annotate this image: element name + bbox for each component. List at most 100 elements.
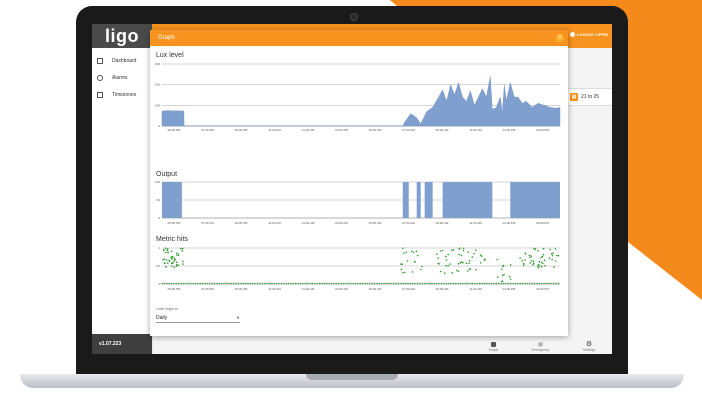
metric-point [201, 282, 204, 285]
metric-point [175, 282, 177, 285]
metric-point [529, 282, 531, 285]
metric-point [199, 282, 201, 285]
metric-point [247, 282, 249, 285]
metric-point [552, 252, 554, 254]
x-tick-label: 11:00 AM [469, 221, 482, 225]
metric-point [314, 282, 316, 285]
y-tick-label: 50 [157, 198, 161, 202]
metric-point [467, 282, 469, 285]
metric-point [165, 259, 168, 261]
x-tick-label: 11:00 PM [268, 128, 281, 132]
limit-graph-select[interactable]: Daily ▼ [156, 313, 240, 323]
metric-point [486, 282, 488, 285]
metric-point [537, 249, 539, 252]
metric-point [415, 250, 418, 253]
emergency-icon [538, 342, 544, 347]
metric-point [421, 282, 423, 285]
metric-point [424, 282, 426, 285]
metric-point [449, 263, 451, 265]
metric-point [182, 263, 184, 265]
gear-icon: ⚙ [585, 341, 593, 348]
metric-point [475, 249, 477, 251]
metric-point [376, 282, 378, 285]
metric-point [180, 247, 182, 250]
metric-point [290, 282, 292, 285]
metric-point [502, 274, 504, 277]
metric-point [395, 282, 397, 285]
metric-point [447, 253, 450, 256]
grid-icon [97, 57, 103, 64]
date-range-chip[interactable]: ▦ 21 to 25 [566, 88, 612, 106]
metric-point [173, 282, 175, 285]
metric-point [414, 260, 416, 263]
metric-point [469, 268, 472, 270]
metric-point [473, 252, 475, 255]
metric-point [509, 264, 512, 266]
metric-point [521, 260, 523, 262]
metric-point [519, 282, 521, 285]
bottom-nav-settings-label: Settings [582, 348, 596, 352]
bottom-nav-graph[interactable]: Graph [489, 342, 498, 352]
x-tick-label: 09:00 AM [436, 287, 449, 291]
output-chart-title: Output [156, 171, 178, 178]
limit-graph-value: Daily [156, 314, 168, 321]
metric-point [280, 282, 283, 285]
metric-point [529, 256, 531, 259]
bottom-nav-emergency[interactable]: Emergency [532, 342, 549, 352]
metric-point [458, 253, 460, 256]
metric-point [333, 282, 335, 285]
metric-point [167, 248, 169, 250]
metric-point [167, 262, 169, 264]
bottom-nav-settings[interactable]: ⚙ Settings [582, 341, 596, 352]
metric-point [412, 282, 414, 285]
metric-point [170, 250, 173, 252]
metric-point [541, 282, 543, 285]
metric-point [532, 260, 535, 262]
metric-point [455, 282, 457, 285]
sidebar-item-alarms[interactable]: Alarms [92, 69, 152, 86]
metric-point [457, 262, 460, 265]
metric-point [496, 276, 499, 278]
metric-point [441, 249, 444, 252]
metric-point [538, 260, 541, 263]
metric-point [543, 282, 545, 285]
metric-point [175, 265, 178, 268]
y-tick-label: 0 [158, 282, 160, 286]
x-tick-label: 01:00 AM [302, 128, 315, 132]
metric-point [533, 282, 536, 285]
metric-point [287, 282, 290, 285]
metric-point [406, 260, 409, 262]
metric-point [283, 282, 285, 285]
close-icon[interactable]: × [556, 34, 564, 42]
logout-button[interactable]: LOGOUT LIPPIN [569, 32, 608, 37]
metric-point [197, 282, 199, 285]
metric-point [401, 263, 404, 265]
metric-point [261, 282, 263, 285]
metric-point [397, 282, 400, 285]
metric-point [373, 282, 376, 285]
metric-point [177, 264, 180, 266]
metric-point [481, 282, 483, 285]
metric-point [555, 282, 557, 285]
metric-point [502, 282, 505, 285]
metric-point [508, 275, 511, 278]
x-tick-label: 01:00 PM [503, 221, 516, 225]
metric-point [342, 282, 345, 285]
metric-point [505, 282, 507, 285]
sidebar-item-dashboard[interactable]: Dashboard [92, 52, 152, 69]
metric-point [537, 265, 539, 267]
metric-point [536, 282, 538, 285]
metric-point [439, 270, 442, 273]
metric-point [295, 282, 297, 285]
metric-point [483, 259, 486, 261]
sidebar-item-timezones[interactable]: Timezones [92, 86, 152, 103]
y-tick-label: 100 [155, 103, 160, 107]
metric-point [551, 254, 554, 257]
metric-point [556, 254, 558, 257]
metric-point [526, 282, 529, 285]
metric-point [548, 257, 551, 259]
x-tick-label: 05:00 AM [369, 287, 382, 291]
metric-point [318, 282, 321, 285]
metric-point [445, 259, 448, 261]
metric-point [385, 282, 388, 285]
